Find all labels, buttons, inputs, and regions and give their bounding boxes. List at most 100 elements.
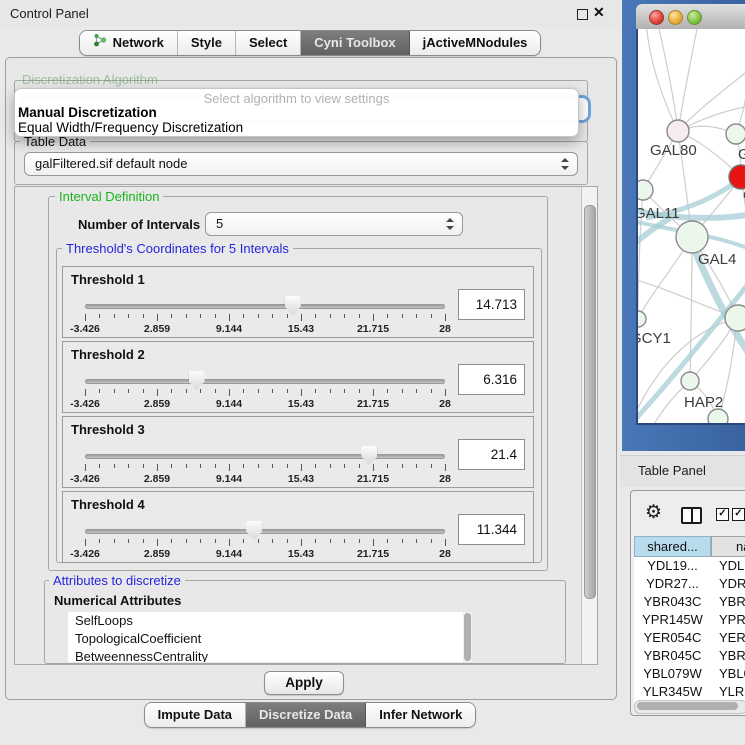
tick-mark [143,539,144,543]
network-canvas[interactable]: GAL80GGAL11CGAL4GCY1HHAP2 [636,29,745,423]
table-panel-title: Table Panel [638,463,706,478]
network-node-GAL4[interactable] [676,221,708,253]
tick-mark [431,389,432,393]
cell-name: YBR0 [711,647,745,665]
tick-mark [143,314,144,318]
close-traffic-light-icon[interactable] [649,10,664,25]
table-row[interactable]: YBL079WYBL0 [634,665,745,683]
tick-mark [373,464,374,471]
tick-mark [200,314,201,318]
threshold-value-field[interactable]: 11.344 [458,514,525,545]
popup-item[interactable]: Equal Width/Frequency Discretization [18,120,243,135]
tab-jactivemnodules[interactable]: jActiveMNodules [410,31,541,55]
network-node-node-H[interactable] [725,305,745,331]
tick-mark [243,389,244,393]
tab-style[interactable]: Style [178,31,236,55]
network-node-HAP2[interactable] [681,372,699,390]
list-item[interactable]: SelfLoops [68,612,472,630]
float-window-icon[interactable] [577,9,588,20]
network-node-label: GAL4 [698,251,736,268]
apply-button[interactable]: Apply [264,671,344,695]
threshold-value-field[interactable]: 6.316 [458,364,525,395]
threshold-slider[interactable]: -3.4262.8599.14415.4321.71528 [85,518,445,560]
list-item[interactable]: TopologicalCoefficient [68,630,472,648]
network-node-label: GAL80 [650,142,697,159]
list-scrollbar[interactable] [463,612,472,662]
network-node-node-top-right[interactable] [726,124,745,144]
tick-mark [431,464,432,468]
tick-mark [387,314,388,318]
threshold-slider[interactable]: -3.4262.8599.14415.4321.71528 [85,368,445,410]
slider-thumb[interactable] [361,446,377,465]
threshold-value-field[interactable]: 21.4 [458,439,525,470]
num-intervals-combo[interactable]: 5 [205,212,463,236]
network-node-GAL11[interactable] [638,180,653,200]
network-node-GAL80[interactable] [667,120,689,142]
table-row[interactable]: YBR045CYBR0 [634,647,745,665]
threshold-slider[interactable]: -3.4262.8599.14415.4321.71528 [85,443,445,485]
table-data-combo[interactable]: galFiltered.sif default node [24,152,578,176]
network-node-GCY1[interactable] [638,311,646,327]
table-row[interactable]: YDR27...YDR2 [634,575,745,593]
tick-mark [171,389,172,393]
tab-select[interactable]: Select [236,31,301,55]
table-row[interactable]: YLR345WYLR3 [634,683,745,701]
slider-track[interactable] [85,529,445,534]
table-row[interactable]: YPR145WYPR1 [634,611,745,629]
slider-thumb[interactable] [246,521,262,540]
table-data-combo-value: galFiltered.sif default node [35,153,187,175]
slider-track[interactable] [85,304,445,309]
popup-item[interactable]: Manual Discretization [18,105,157,120]
table-row[interactable]: YER054CYER0 [634,629,745,647]
threshold-slider[interactable]: -3.4262.8599.14415.4321.71528 [85,293,445,335]
tab-discretize-data[interactable]: Discretize Data [246,703,366,727]
close-icon[interactable]: ✕ [593,5,605,19]
tick-mark [287,539,288,543]
tick-mark [215,314,216,318]
numerical-attributes-list[interactable]: SelfLoopsTopologicalCoefficientBetweenne… [68,612,472,662]
zoom-traffic-light-icon[interactable] [687,10,702,25]
horizontal-scrollbar[interactable] [634,700,745,714]
tab-infer-network[interactable]: Infer Network [366,703,475,727]
list-item[interactable]: BetweennessCentrality [68,648,472,662]
tick-mark [344,464,345,468]
tick-mark [344,539,345,543]
split-table-icon[interactable] [681,507,702,524]
tab-impute-data[interactable]: Impute Data [145,703,246,727]
minimize-traffic-light-icon[interactable] [668,10,683,25]
column-header[interactable]: na [711,536,745,557]
slider-track[interactable] [85,379,445,384]
network-node-node-bottom[interactable] [708,409,728,423]
tick-mark [171,314,172,318]
tick-label: 9.144 [216,473,242,485]
tick-mark [402,464,403,468]
bottom-tabbar: Impute DataDiscretize DataInfer Network [144,702,477,728]
tab-network[interactable]: Network [80,31,178,55]
table-header-row: shared...na [634,536,745,557]
tick-mark [344,389,345,393]
checkbox-icon[interactable]: ✓ [732,508,745,521]
scrollbar-thumb[interactable] [637,702,738,710]
table-row[interactable]: YBR043CYBR0 [634,593,745,611]
cell-shared-name: YDL19... [634,557,711,575]
tick-mark [330,539,331,543]
scrollbar-thumb[interactable] [584,205,596,599]
threshold-value-field[interactable]: 14.713 [458,289,525,320]
gear-icon[interactable]: ⚙ [645,503,662,522]
slider-thumb[interactable] [189,371,205,390]
vertical-scrollbar[interactable] [581,187,597,664]
tick-mark [114,314,115,318]
network-window-titlebar[interactable] [636,4,745,30]
slider-track[interactable] [85,454,445,459]
checkbox-icon[interactable]: ✓ [716,508,729,521]
combo-stepper-icon [446,218,454,230]
tick-label: 2.859 [144,323,170,335]
tab-cyni-toolbox[interactable]: Cyni Toolbox [301,31,409,55]
tick-mark [402,314,403,318]
tick-label: 28 [439,398,451,410]
column-header[interactable]: shared... [634,536,711,557]
table-row[interactable]: YDL19...YDL1 [634,557,745,575]
slider-thumb[interactable] [285,296,301,315]
tick-label: 2.859 [144,548,170,560]
tick-label: 28 [439,548,451,560]
